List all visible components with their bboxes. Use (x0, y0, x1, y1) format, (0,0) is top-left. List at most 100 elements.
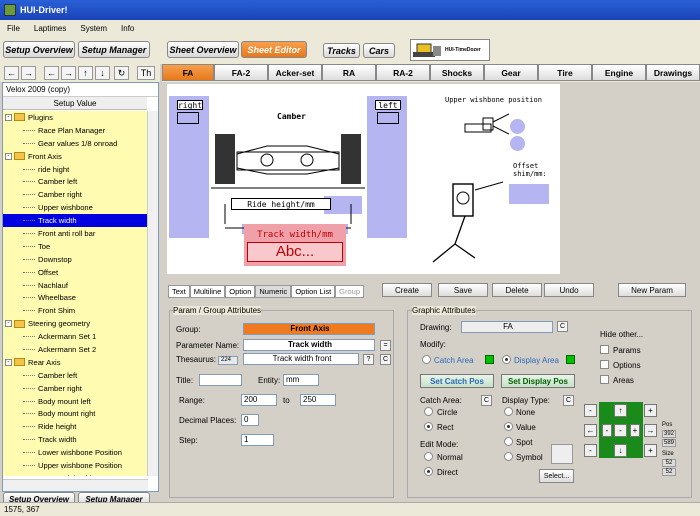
move-center-icon[interactable]: - (614, 424, 627, 437)
tracks-button[interactable]: Tracks (323, 43, 360, 58)
new-param-button[interactable]: New Param (618, 283, 686, 297)
group-field[interactable]: Front Axis (243, 323, 375, 335)
tab-numeric[interactable]: Numeric (255, 285, 292, 298)
tab-multiline[interactable]: Multiline (189, 285, 226, 298)
tree-group[interactable]: - Rear Axis (3, 356, 148, 369)
arrow-down-icon[interactable]: ↓ (95, 66, 110, 80)
grow-height-icon[interactable]: + (644, 444, 657, 457)
equals-button[interactable]: = (380, 340, 391, 351)
expand-toggle-icon[interactable]: - (5, 358, 12, 366)
arrow-right-icon[interactable]: → (61, 66, 76, 80)
expand-toggle-icon[interactable]: - (5, 320, 12, 328)
tree-item[interactable]: Lower wishbone Position (3, 446, 148, 459)
tree-item[interactable]: Ackermann Set 1 (3, 330, 148, 343)
expand-toggle-icon[interactable]: - (5, 113, 12, 121)
tree-item[interactable]: Toe (3, 240, 148, 253)
thesaurus-help-button[interactable]: ? (363, 354, 374, 365)
circle-radio[interactable] (424, 407, 433, 416)
catch-area-offset[interactable] (509, 184, 549, 204)
tab-ra-2[interactable]: RA-2 (376, 64, 430, 81)
tab-acker-set[interactable]: Acker-set (268, 64, 322, 81)
tree-item[interactable]: Track width (3, 214, 148, 228)
tree-item[interactable]: Front anti roll bar (3, 227, 148, 240)
move-right-icon[interactable]: → (644, 424, 657, 437)
tab-option[interactable]: Option (225, 285, 256, 298)
tree-horizontal-scrollbar[interactable] (3, 479, 148, 491)
cars-button[interactable]: Cars (363, 43, 395, 58)
tree-item[interactable]: Nachlauf (3, 279, 148, 292)
move-down-icon[interactable]: ↓ (614, 444, 627, 457)
tab-drawings[interactable]: Drawings (646, 64, 700, 81)
tree-item[interactable]: Camber left (3, 369, 148, 382)
tree-item[interactable]: Ackermann Set 2 (3, 343, 148, 356)
tab-fa[interactable]: FA (162, 64, 214, 81)
tab-text[interactable]: Text (168, 285, 190, 298)
symbol-radio[interactable] (504, 452, 513, 461)
collapse-icon[interactable]: ← (4, 66, 19, 80)
range-from-field[interactable]: 200 (241, 394, 277, 406)
tree-item[interactable]: Offset (3, 266, 148, 279)
tree-item[interactable]: Rear upright shims (3, 472, 148, 476)
tree-item[interactable]: Gear values 1/8 onroad (3, 137, 148, 150)
catch-area-radio[interactable] (422, 355, 431, 364)
decimal-places-field[interactable]: 0 (241, 414, 259, 426)
save-button[interactable]: Save (438, 283, 488, 297)
move-left-icon[interactable]: ← (584, 424, 597, 437)
sheet-editor-button[interactable]: Sheet Editor (241, 41, 307, 58)
shrink-left-icon[interactable]: - (602, 424, 612, 437)
tree-item[interactable]: Downstop (3, 253, 148, 266)
catch-area-clear-button[interactable]: C (481, 395, 492, 406)
tree-vertical-scrollbar[interactable] (147, 111, 158, 476)
drawing-clear-button[interactable]: C (557, 321, 568, 332)
shrink-height-icon[interactable]: - (584, 444, 597, 457)
display-type-clear-button[interactable]: C (563, 395, 574, 406)
tree-group[interactable]: - Plugins (3, 111, 148, 124)
direct-radio[interactable] (424, 467, 433, 476)
tree-item[interactable]: Upper wishbone Position (3, 459, 148, 472)
options-checkbox[interactable] (600, 360, 609, 369)
set-catch-pos-button[interactable]: Set Catch Pos (420, 374, 494, 388)
tab-fa-2[interactable]: FA-2 (214, 64, 268, 81)
step-field[interactable]: 1 (241, 434, 274, 446)
tree-item[interactable]: Track width (3, 433, 148, 446)
tree-item[interactable]: Camber right (3, 188, 148, 201)
none-radio[interactable] (504, 407, 513, 416)
arrow-left-icon[interactable]: ← (44, 66, 59, 80)
spot-radio[interactable] (504, 437, 513, 446)
select-symbol-button[interactable]: Select... (539, 469, 574, 483)
rect-radio[interactable] (424, 422, 433, 431)
tab-ra[interactable]: RA (322, 64, 376, 81)
refresh-icon[interactable]: ↻ (114, 66, 129, 80)
tree-group[interactable]: - Steering geometry (3, 317, 148, 330)
range-to-field[interactable]: 250 (300, 394, 336, 406)
tree-item[interactable]: Body mount left (3, 395, 148, 408)
undo-button[interactable]: Undo (544, 283, 594, 297)
arrow-up-icon[interactable]: ↑ (78, 66, 93, 80)
setup-overview-button[interactable]: Setup Overview (3, 41, 75, 58)
thesaurus-field[interactable]: Track width front (243, 353, 359, 365)
tree-item[interactable]: Race Plan Manager (3, 124, 148, 137)
menu-system[interactable]: System (73, 24, 114, 33)
tab-shocks[interactable]: Shocks (430, 64, 484, 81)
parameter-name-field[interactable]: Track width (243, 339, 375, 351)
areas-checkbox[interactable] (600, 375, 609, 384)
tree-item[interactable]: Ride height (3, 420, 148, 433)
tree-item[interactable]: Body mount right (3, 407, 148, 420)
value-radio[interactable] (504, 422, 513, 431)
grow-width-icon[interactable]: + (644, 404, 657, 417)
sheet-drawing-canvas[interactable]: right left Camber Ride height/mm Track w… (167, 84, 560, 274)
tree-item[interactable]: Camber right (3, 382, 148, 395)
tree-item[interactable]: ride hight (3, 163, 148, 176)
tab-gear[interactable]: Gear (484, 64, 538, 81)
tab-engine[interactable]: Engine (592, 64, 646, 81)
normal-radio[interactable] (424, 452, 433, 461)
tab-group[interactable]: Group (335, 285, 365, 298)
tree-group[interactable]: - Front Axis (3, 150, 148, 163)
grow-right-icon[interactable]: + (630, 424, 640, 437)
entity-field[interactable]: mm (283, 374, 319, 386)
menu-info[interactable]: Info (114, 24, 141, 33)
thesaurus-clear-button[interactable]: C (380, 354, 391, 365)
title-field[interactable] (199, 374, 242, 386)
drawing-field[interactable]: FA (461, 321, 553, 333)
expand-toggle-icon[interactable]: - (5, 152, 12, 160)
